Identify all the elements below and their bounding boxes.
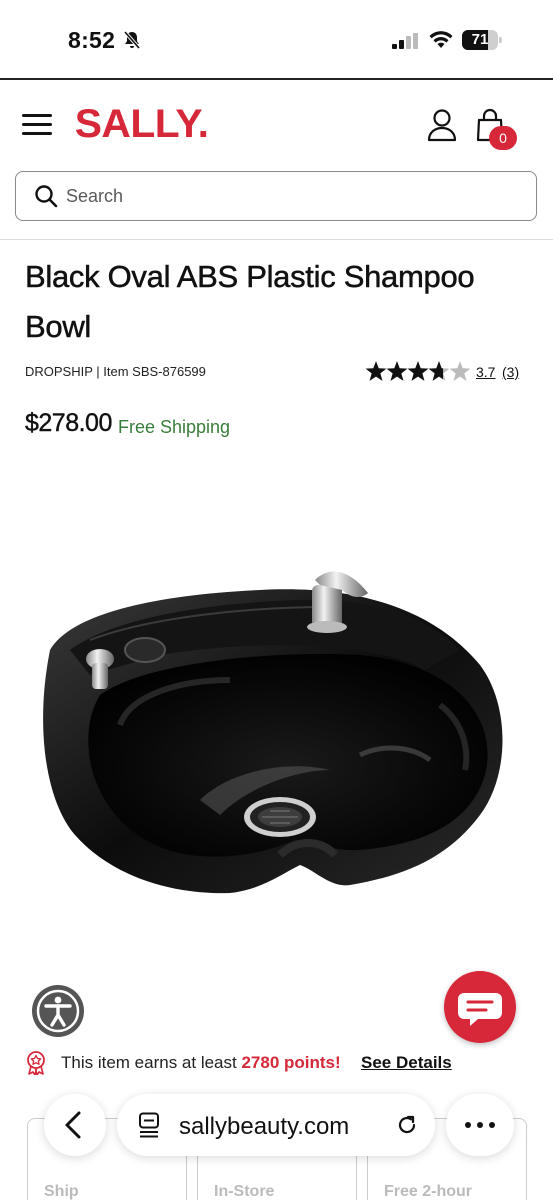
- shipping-label: Free Shipping: [118, 417, 231, 437]
- bell-muted-icon: [123, 30, 141, 50]
- hamburger-menu-icon[interactable]: [22, 112, 52, 136]
- points-value: 2780 points!: [241, 1053, 341, 1072]
- product-item-meta: DROPSHIP | Item SBS-876599: [25, 364, 206, 379]
- site-header: SALLY. 0: [0, 78, 553, 240]
- star-icon: [449, 361, 471, 381]
- rating-stars: [365, 361, 471, 381]
- fulfillment-label: Ship: [44, 1183, 79, 1200]
- rating-count[interactable]: (3): [502, 364, 519, 380]
- cart-count-badge[interactable]: 0: [489, 126, 517, 150]
- fulfillment-label: In-Store: [214, 1183, 275, 1200]
- reload-icon[interactable]: [395, 1113, 419, 1137]
- rating-value[interactable]: 3.7: [476, 364, 495, 380]
- battery-cap: [499, 37, 502, 43]
- app-screen: 8:52 71 SALLY. 0 Search Black Oval ABS P…: [0, 0, 553, 1200]
- battery-level: 71: [471, 31, 489, 48]
- star-icon: [407, 361, 429, 381]
- url-text[interactable]: sallybeauty.com: [179, 1113, 349, 1141]
- more-icon: [465, 1122, 495, 1128]
- chat-button[interactable]: [444, 971, 516, 1043]
- page-settings-icon[interactable]: [137, 1112, 161, 1138]
- chat-icon: [458, 993, 502, 1026]
- points-prefix: This item earns at least: [61, 1053, 242, 1072]
- star-icon: [428, 361, 450, 381]
- fulfillment-label: Free 2-hour: [384, 1183, 473, 1200]
- status-bar: 8:52 71: [0, 0, 553, 78]
- product-title: Black Oval ABS Plastic Shampoo Bowl: [25, 259, 475, 345]
- status-time: 8:52: [68, 27, 116, 53]
- signal-icon: [392, 33, 418, 49]
- product-price: $278.00: [25, 409, 113, 437]
- address-bar[interactable]: sallybeauty.com: [117, 1094, 435, 1156]
- points-text: This item earns at least 2780 points!: [61, 1053, 341, 1073]
- award-badge-icon: [27, 1051, 45, 1075]
- search-input[interactable]: [66, 180, 506, 212]
- search-icon: [35, 185, 58, 208]
- browser-toolbar: sallybeauty.com: [0, 1090, 553, 1160]
- browser-back-button[interactable]: [44, 1094, 106, 1156]
- star-icon: [386, 361, 408, 381]
- wifi-icon: [429, 31, 453, 48]
- search-bar[interactable]: [15, 171, 537, 221]
- sally-logo[interactable]: SALLY.: [75, 102, 209, 147]
- accessibility-icon: [36, 989, 80, 1033]
- loyalty-points-row: This item earns at least 2780 points! Se…: [25, 1050, 545, 1076]
- product-image[interactable]: [30, 555, 520, 905]
- battery-indicator: 71: [462, 30, 502, 50]
- accessibility-button[interactable]: [32, 985, 84, 1037]
- browser-more-button[interactable]: [446, 1094, 514, 1156]
- account-icon[interactable]: [426, 108, 458, 142]
- battery-body: 71: [462, 30, 498, 50]
- chevron-left-icon: [65, 1111, 81, 1139]
- star-icon: [365, 361, 387, 381]
- see-details-link[interactable]: See Details: [361, 1053, 452, 1073]
